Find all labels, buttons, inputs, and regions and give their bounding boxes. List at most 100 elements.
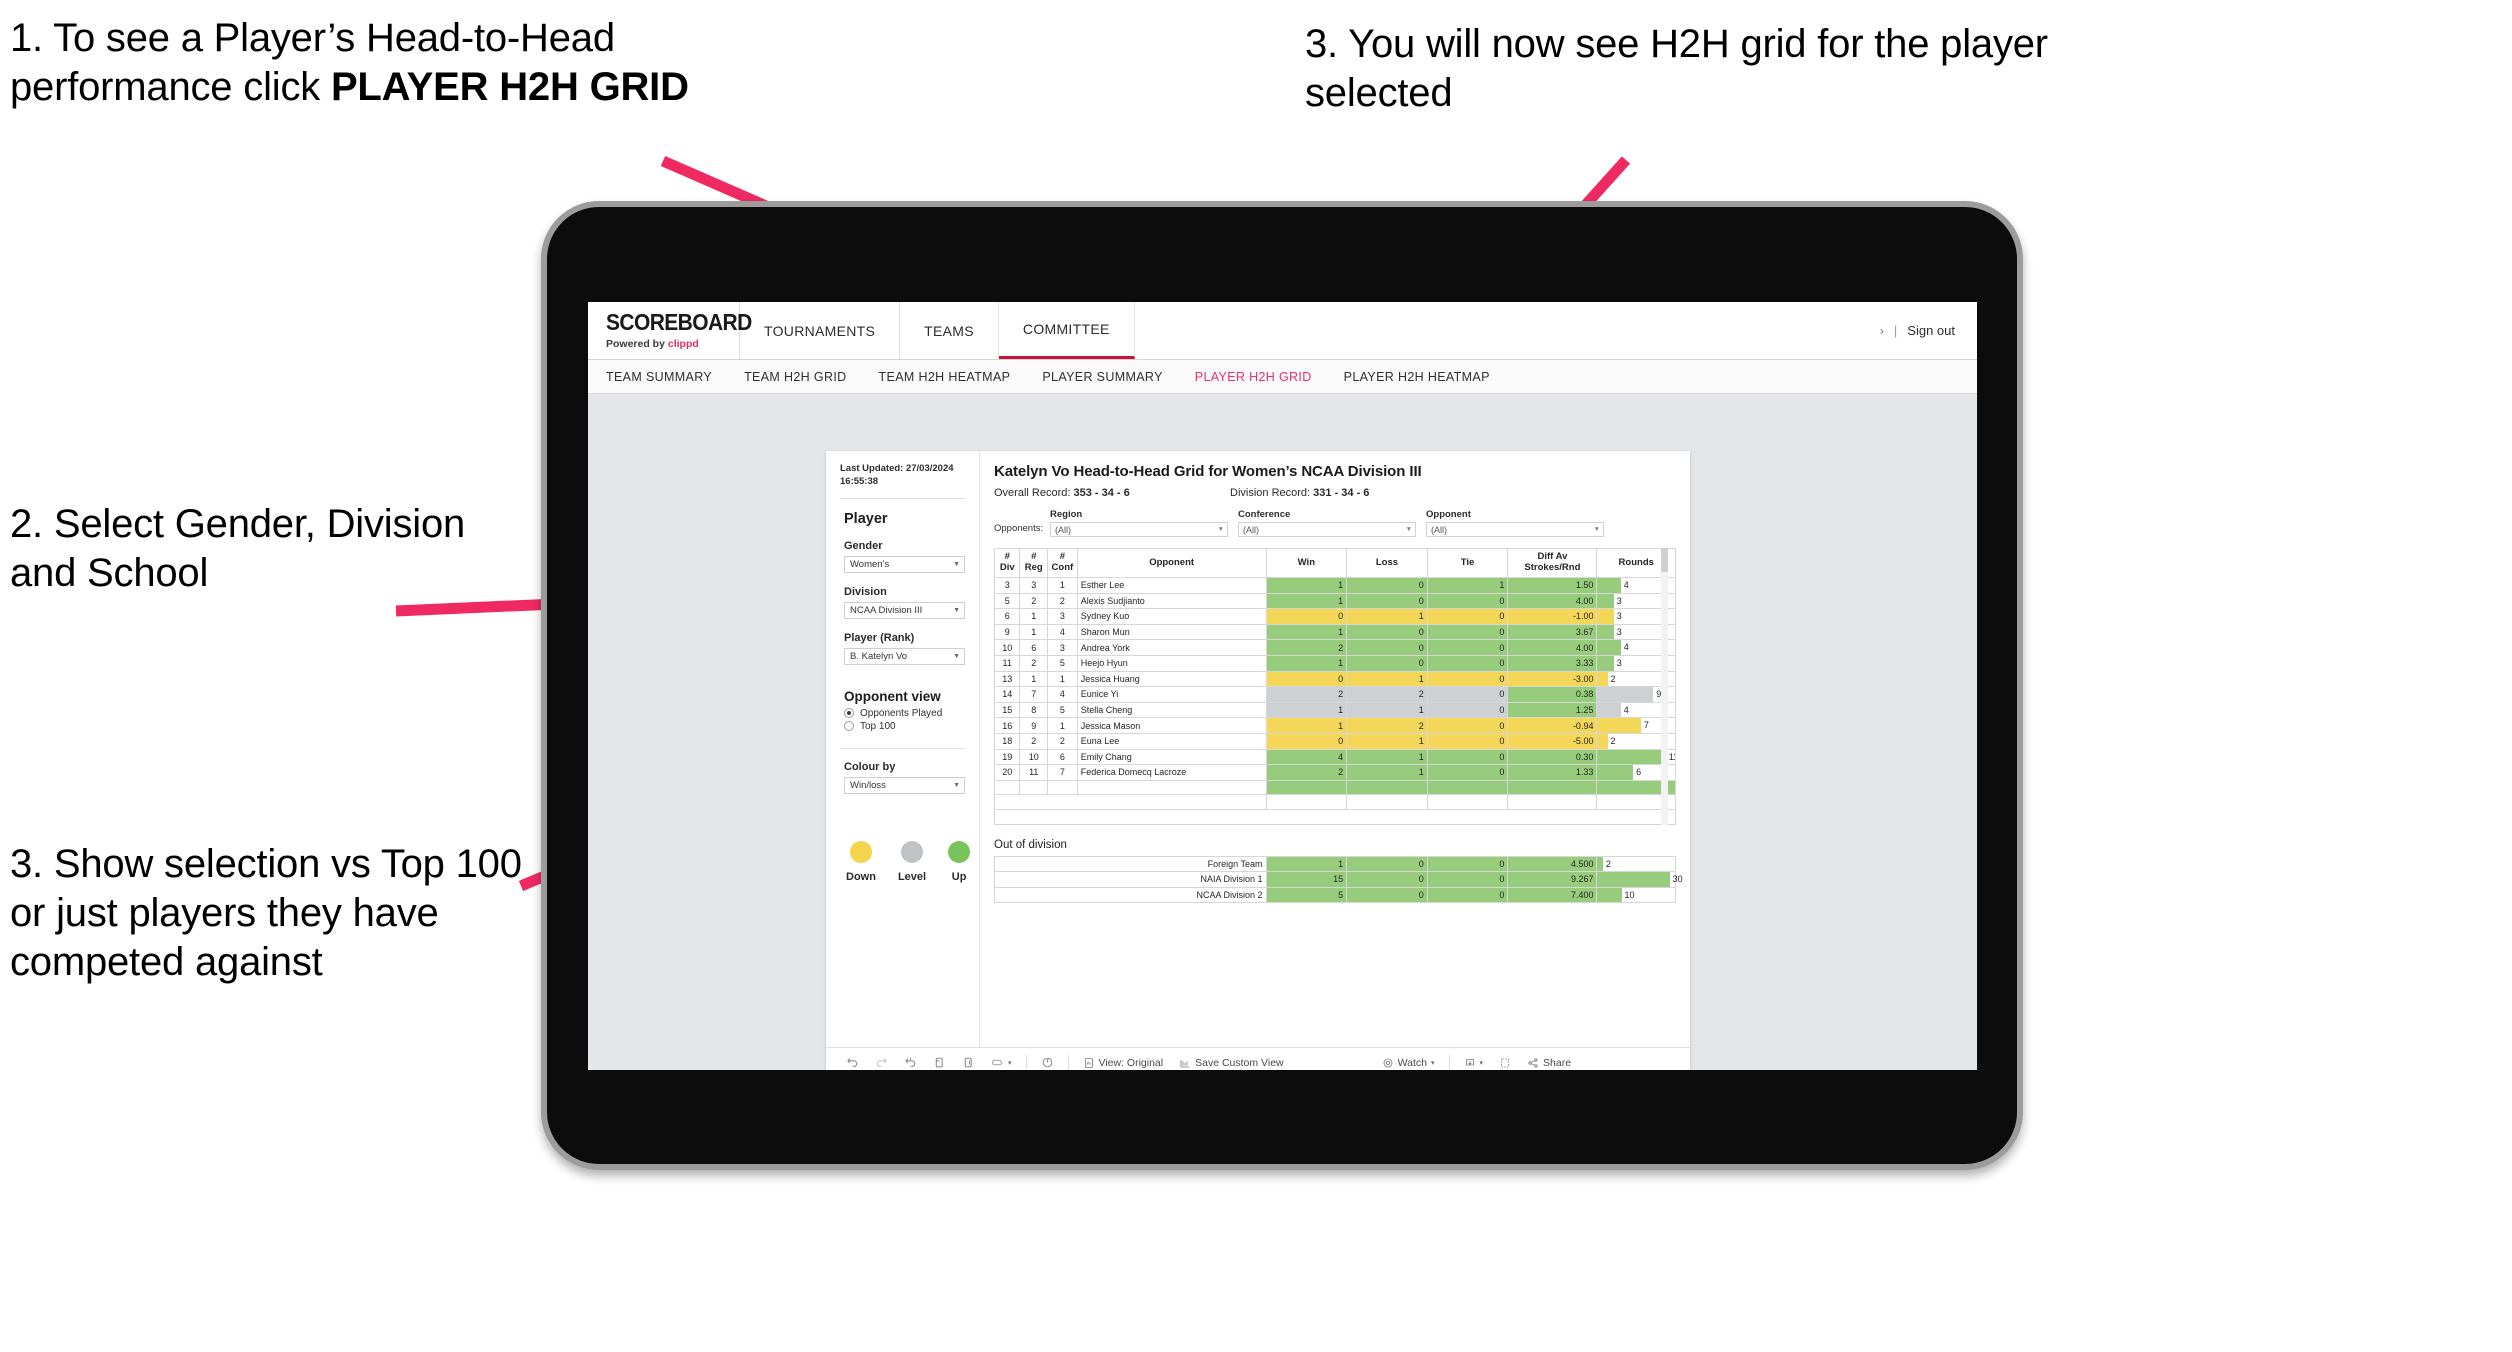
fullscreen-button[interactable] (1491, 1057, 1519, 1069)
out-of-division-row[interactable]: NAIA Division 1 15 0 0 9.267 30 (994, 871, 1683, 888)
table-row[interactable]: 15 8 5 Stella Cheng 1 1 0 1.25 4 (993, 701, 1676, 719)
radio-opponents-played-label: Opponents Played (860, 707, 943, 719)
revert-button[interactable] (896, 1056, 925, 1069)
sign-out-link[interactable]: Sign out (1907, 323, 1955, 338)
nav-item-committee[interactable]: COMMITTEE (998, 302, 1135, 359)
opponent-filter-conference-select[interactable]: (All) ▼ (1238, 522, 1416, 537)
col-header-loss[interactable]: Loss (1346, 548, 1428, 578)
col-header-win[interactable]: Win (1265, 548, 1348, 578)
watch-button[interactable]: Watch ▾ (1374, 1057, 1443, 1069)
col-header-tie[interactable]: Tie (1426, 548, 1509, 578)
opponent-filter-opponent-select[interactable]: (All) ▼ (1426, 522, 1604, 537)
filter-player-rank-select[interactable]: B. Katelyn Vo ▼ (844, 647, 965, 665)
filter-gender-label: Gender (844, 539, 883, 552)
cell-opponent: Eunice Yi (1076, 686, 1267, 703)
out-of-division-row[interactable]: NCAA Division 2 5 0 0 7.400 10 (994, 886, 1676, 904)
col-header-div[interactable]: # Div (993, 548, 1021, 578)
table-row[interactable]: 6 1 3 Sydney Kuo 0 1 0 -1.00 3 (993, 608, 1676, 625)
legend-caption-up: Up (951, 870, 967, 883)
cell-loss: 0 (1346, 592, 1428, 610)
cell-diff: 4.00 (1507, 592, 1598, 610)
opponent-filter-conference: Conference (All) ▼ (1238, 509, 1416, 537)
col-header-conf[interactable]: # Conf (1047, 548, 1078, 578)
cell-div: 16 (993, 717, 1021, 734)
share-button[interactable]: Share (1519, 1057, 1579, 1069)
out-of-division-row[interactable]: Foreign Team 1 0 0 4.500 2 (994, 855, 1676, 873)
table-row[interactable]: 11 2 5 Heejo Hyun 1 0 0 3.33 3 (993, 654, 1676, 672)
save-custom-view-button[interactable]: Save Custom View (1171, 1057, 1292, 1069)
cell-win: 0 (1265, 732, 1348, 750)
pause-auto-updates-button[interactable] (1033, 1056, 1062, 1069)
cell-conf: 2 (1047, 732, 1078, 750)
tab-team-h2h-heatmap[interactable]: TEAM H2H HEATMAP (879, 370, 1011, 384)
h2h-table-body: 3 3 1 Esther Lee 1 0 1 1.50 4 5 2 2 Alexis Sudjianto… (993, 577, 1676, 825)
ood-cell-diff: 7.400 (1507, 886, 1598, 904)
cell-conf: 5 (1047, 701, 1078, 719)
table-empty-space (994, 794, 1676, 810)
viz-title: Katelyn Vo Head-to-Head Grid for Women’s… (994, 463, 1422, 480)
undo-button[interactable] (838, 1056, 867, 1069)
cell-loss: 1 (1346, 764, 1428, 781)
colour-legend: Down Level Up (846, 840, 971, 883)
opponent-filter-region-label: Region (1050, 509, 1083, 520)
table-row[interactable]: 14 7 4 Eunice Yi 2 2 0 0.38 9 (993, 686, 1676, 703)
table-row[interactable]: 5 2 2 Alexis Sudjianto 1 0 0 4.00 3 (993, 592, 1676, 610)
col-header-reg[interactable]: # Reg (1019, 548, 1049, 578)
download-button[interactable]: ▾ (1456, 1057, 1492, 1069)
cell-tie: 0 (1426, 670, 1509, 688)
radio-opponents-played[interactable]: Opponents Played (844, 708, 965, 719)
filter-division-select[interactable]: NCAA Division III ▼ (844, 601, 965, 619)
table-row[interactable]: 9 1 4 Sharon Mun 1 0 0 3.67 3 (993, 623, 1676, 641)
table-row[interactable]: 16 9 1 Jessica Mason 1 2 0 -0.94 7 (993, 717, 1676, 734)
cell-div: 10 (993, 639, 1021, 656)
screenshot-stage: 1. To see a Player’s Head-to-Head perfor… (0, 0, 2512, 1352)
col-header-opponent[interactable]: Opponent (1076, 548, 1267, 578)
division-record-value: 331 - 34 - 6 (1313, 487, 1370, 499)
refresh-button[interactable] (925, 1056, 954, 1069)
chevron-down-icon: ▼ (953, 560, 960, 568)
cell-div: 6 (993, 608, 1021, 625)
opponent-filter-opponent: Opponent (All) ▼ (1426, 509, 1604, 537)
ood-cell-loss: 0 (1346, 855, 1428, 873)
table-row[interactable]: 10 6 3 Andrea York 2 0 0 4.00 4 (993, 639, 1676, 656)
filter-division: Division NCAA Division III ▼ (840, 586, 965, 619)
cell-diff: 1.50 (1507, 577, 1598, 594)
tab-team-h2h-grid[interactable]: TEAM H2H GRID (744, 370, 846, 384)
opponent-filter-region-value: (All) (1055, 524, 1071, 535)
brand-logo[interactable]: SCOREBOARD Powered by clippd (588, 302, 752, 359)
radio-top-100[interactable]: Top 100 (844, 721, 965, 732)
opponent-filter-region-select[interactable]: (All) ▼ (1050, 522, 1228, 537)
cell-opponent: Heejo Hyun (1076, 654, 1267, 672)
record-summary: Overall Record: 353 - 34 - 6 Division Re… (994, 487, 1676, 499)
view-original-button[interactable]: View: Original (1075, 1057, 1172, 1069)
dashboard-canvas: Last Updated: 27/03/2024 16:55:38 Player… (588, 394, 1977, 1070)
cell-opponent: Federica Domecq Lacroze (1076, 764, 1267, 781)
tab-team-summary[interactable]: TEAM SUMMARY (606, 370, 712, 384)
table-row[interactable]: 20 11 7 Federica Domecq Lacroze 2 1 0 1.33 6 (993, 764, 1676, 781)
primary-nav: TOURNAMENTS TEAMS COMMITTEE (740, 302, 1135, 359)
col-header-div-l2: Div (999, 562, 1015, 573)
nav-item-tournaments[interactable]: TOURNAMENTS (740, 302, 901, 359)
pause-updates-button[interactable] (954, 1056, 983, 1069)
table-row[interactable]: 3 3 1 Esther Lee 1 0 1 1.50 4 (993, 577, 1676, 594)
tab-player-h2h-heatmap[interactable]: PLAYER H2H HEATMAP (1344, 370, 1490, 384)
nav-item-teams[interactable]: TEAMS (900, 302, 999, 359)
table-bottom-rule (994, 808, 1676, 825)
cell-loss: 1 (1346, 608, 1428, 625)
tab-player-summary[interactable]: PLAYER SUMMARY (1042, 370, 1162, 384)
redo-button[interactable] (867, 1056, 896, 1069)
filter-gender-select[interactable]: Women’s ▼ (844, 555, 965, 573)
filter-colour-by-select[interactable]: Win/loss ▼ (844, 776, 965, 794)
viz-sheet: Last Updated: 27/03/2024 16:55:38 Player… (826, 451, 1690, 1070)
cell-opponent: Euna Lee (1076, 732, 1267, 750)
table-row[interactable]: 13 1 1 Jessica Huang 0 1 0 -3.00 2 (993, 670, 1676, 688)
col-header-diff[interactable]: Diff Av Strokes/Rnd (1507, 548, 1598, 578)
ood-cell-rounds: 30 (1596, 871, 1683, 888)
tab-player-h2h-grid[interactable]: PLAYER H2H GRID (1195, 370, 1312, 384)
table-vertical-scrollbar[interactable] (1661, 548, 1668, 825)
table-row[interactable]: 19106Emily Chang4100.3011 (993, 748, 1676, 766)
table-row[interactable]: 18 2 2 Euna Lee 0 1 0 -5.00 2 (993, 732, 1676, 750)
cell-div: 19 (993, 748, 1021, 766)
chevron-right-icon[interactable]: › (1880, 324, 1884, 338)
device-preview-button[interactable]: ▾ (983, 1056, 1020, 1069)
